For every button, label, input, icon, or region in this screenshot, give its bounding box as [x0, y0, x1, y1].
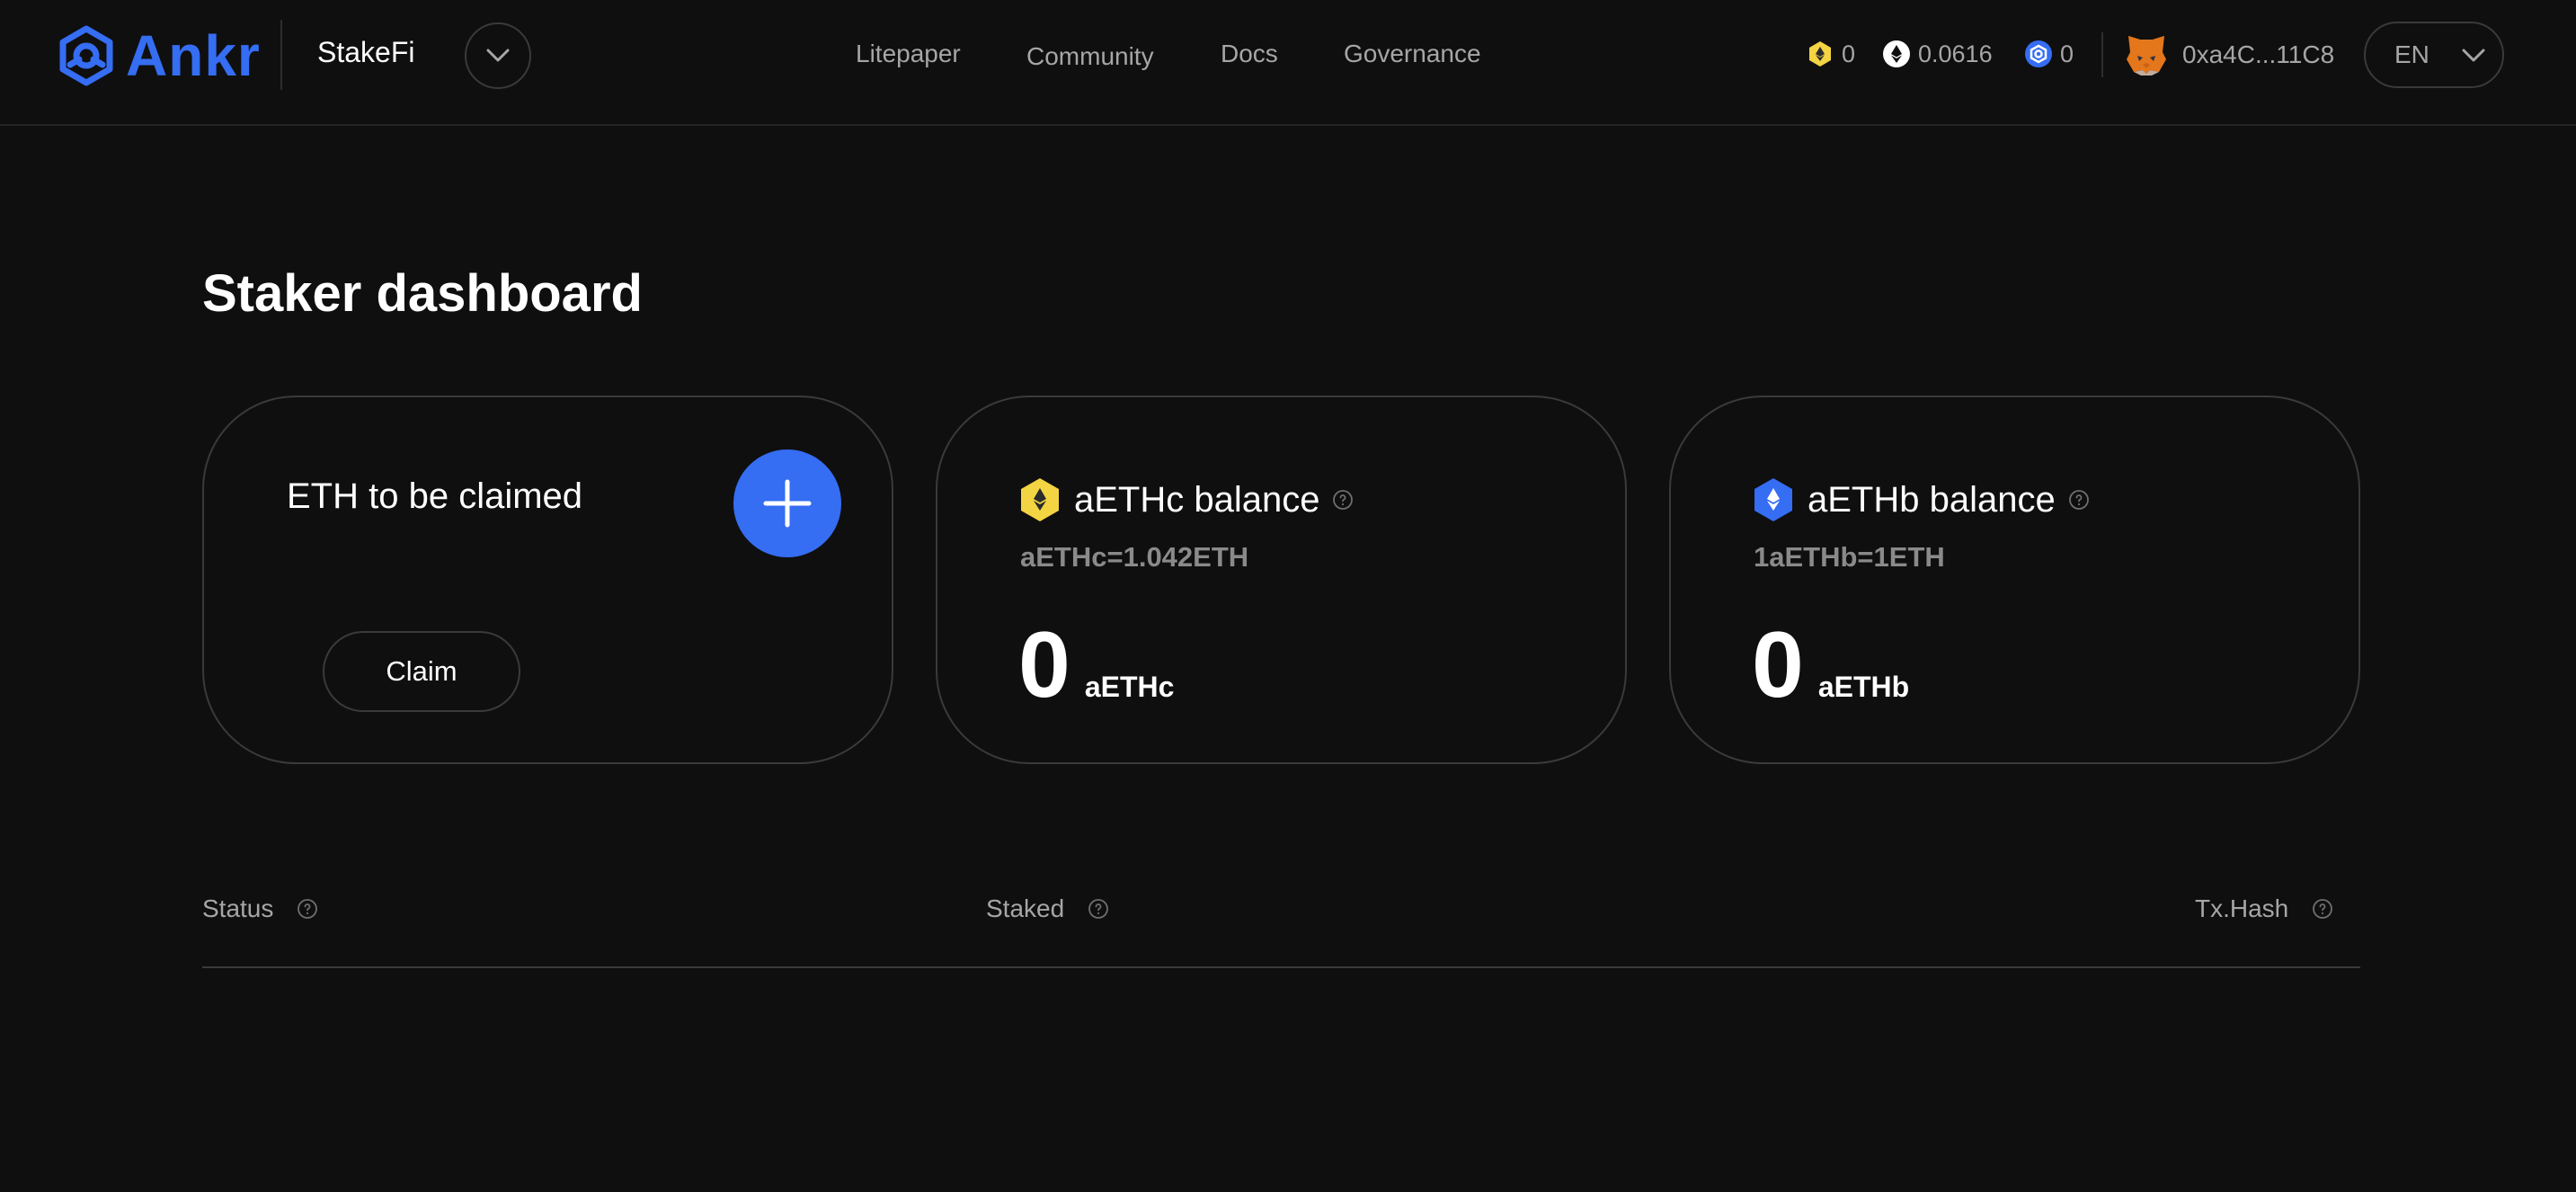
language-label: EN — [2394, 40, 2429, 68]
card-title: ETH to be claimed — [287, 476, 582, 517]
exchange-rate: 1aETHb=1ETH — [1754, 541, 1945, 573]
page-title: Staker dashboard — [202, 264, 643, 323]
help-icon[interactable] — [1088, 898, 1109, 920]
help-icon[interactable] — [2068, 489, 2090, 511]
eth-header-balance: 0.0616 — [1918, 40, 1993, 67]
eth-claim-card: ETH to be claimed Claim — [202, 396, 893, 764]
claim-button[interactable]: Claim — [323, 631, 520, 712]
card-title: aETHb balance — [1752, 476, 2090, 523]
balance-value: 0 — [1018, 613, 1070, 717]
aethc-token-icon — [1021, 478, 1059, 521]
column-label: Tx.Hash — [2195, 894, 2289, 922]
nav-community[interactable]: Community — [1026, 42, 1154, 71]
aethb-token-icon — [1754, 478, 1792, 521]
header-divider — [2101, 32, 2103, 77]
nav-docs[interactable]: Docs — [1221, 40, 1278, 68]
balance-value: 0 — [1752, 613, 1804, 717]
product-menu-button[interactable] — [465, 22, 531, 89]
wallet-button[interactable]: 0xa4C...11C8 — [2125, 34, 2334, 76]
aethb-balance-card: aETHb balance 1aETHb=1ETH 0 aETHb — [1669, 396, 2360, 764]
ankr-logo-icon — [59, 25, 113, 86]
product-name: StakeFi — [317, 36, 415, 68]
ankr-balance-indicator[interactable]: 0 — [2024, 40, 2074, 68]
header-divider — [280, 20, 282, 90]
ankr-token-icon — [2025, 40, 2052, 67]
nav-litepaper[interactable]: Litepaper — [856, 40, 961, 68]
eth-token-icon — [1883, 40, 1910, 67]
chevron-down-icon — [2462, 49, 2485, 62]
aethc-balance-card: aETHc balance aETHc=1.042ETH 0 aETHc — [936, 396, 1627, 764]
card-title-text: aETHc balance — [1074, 479, 1320, 520]
balance-unit: aETHb — [1817, 671, 1910, 703]
card-title-text: ETH to be claimed — [287, 476, 583, 516]
help-icon[interactable] — [2312, 898, 2333, 920]
chevron-down-icon — [486, 49, 510, 62]
wallet-address: 0xa4C...11C8 — [2182, 40, 2335, 68]
exchange-rate: aETHc=1.042ETH — [1020, 541, 1249, 573]
column-label: Status — [202, 894, 274, 922]
ankr-header-balance: 0 — [2060, 40, 2074, 67]
card-title-text: aETHb balance — [1808, 479, 2056, 520]
card-title: aETHc balance — [1018, 476, 1354, 523]
balance-amount: 0 aETHb — [1752, 618, 1909, 712]
help-icon[interactable] — [297, 898, 318, 920]
table-header-status: Status — [202, 894, 318, 923]
brand-name: Ankr — [126, 23, 261, 88]
metamask-fox-icon — [2127, 36, 2166, 76]
table-header-staked: Staked — [986, 894, 1109, 923]
stake-add-button[interactable] — [733, 449, 841, 557]
aethc-header-balance: 0 — [1842, 40, 1856, 67]
ankr-logo[interactable]: Ankr — [56, 23, 261, 88]
column-label: Staked — [986, 894, 1065, 922]
aethc-balance-indicator[interactable]: 0 — [1806, 40, 1855, 68]
language-selector[interactable]: EN — [2364, 22, 2504, 88]
plus-icon — [763, 479, 812, 528]
nav-governance[interactable]: Governance — [1344, 40, 1481, 68]
table-header-txhash: Tx.Hash — [2195, 894, 2333, 923]
aethc-token-icon — [1809, 41, 1831, 67]
balance-unit: aETHc — [1084, 671, 1175, 703]
balance-amount: 0 aETHc — [1018, 618, 1174, 712]
eth-balance-indicator[interactable]: 0.0616 — [1882, 40, 1993, 68]
help-icon[interactable] — [1332, 489, 1354, 511]
table-divider — [202, 966, 2360, 968]
top-header: Ankr StakeFi Litepaper Community Docs Go… — [0, 0, 2576, 126]
